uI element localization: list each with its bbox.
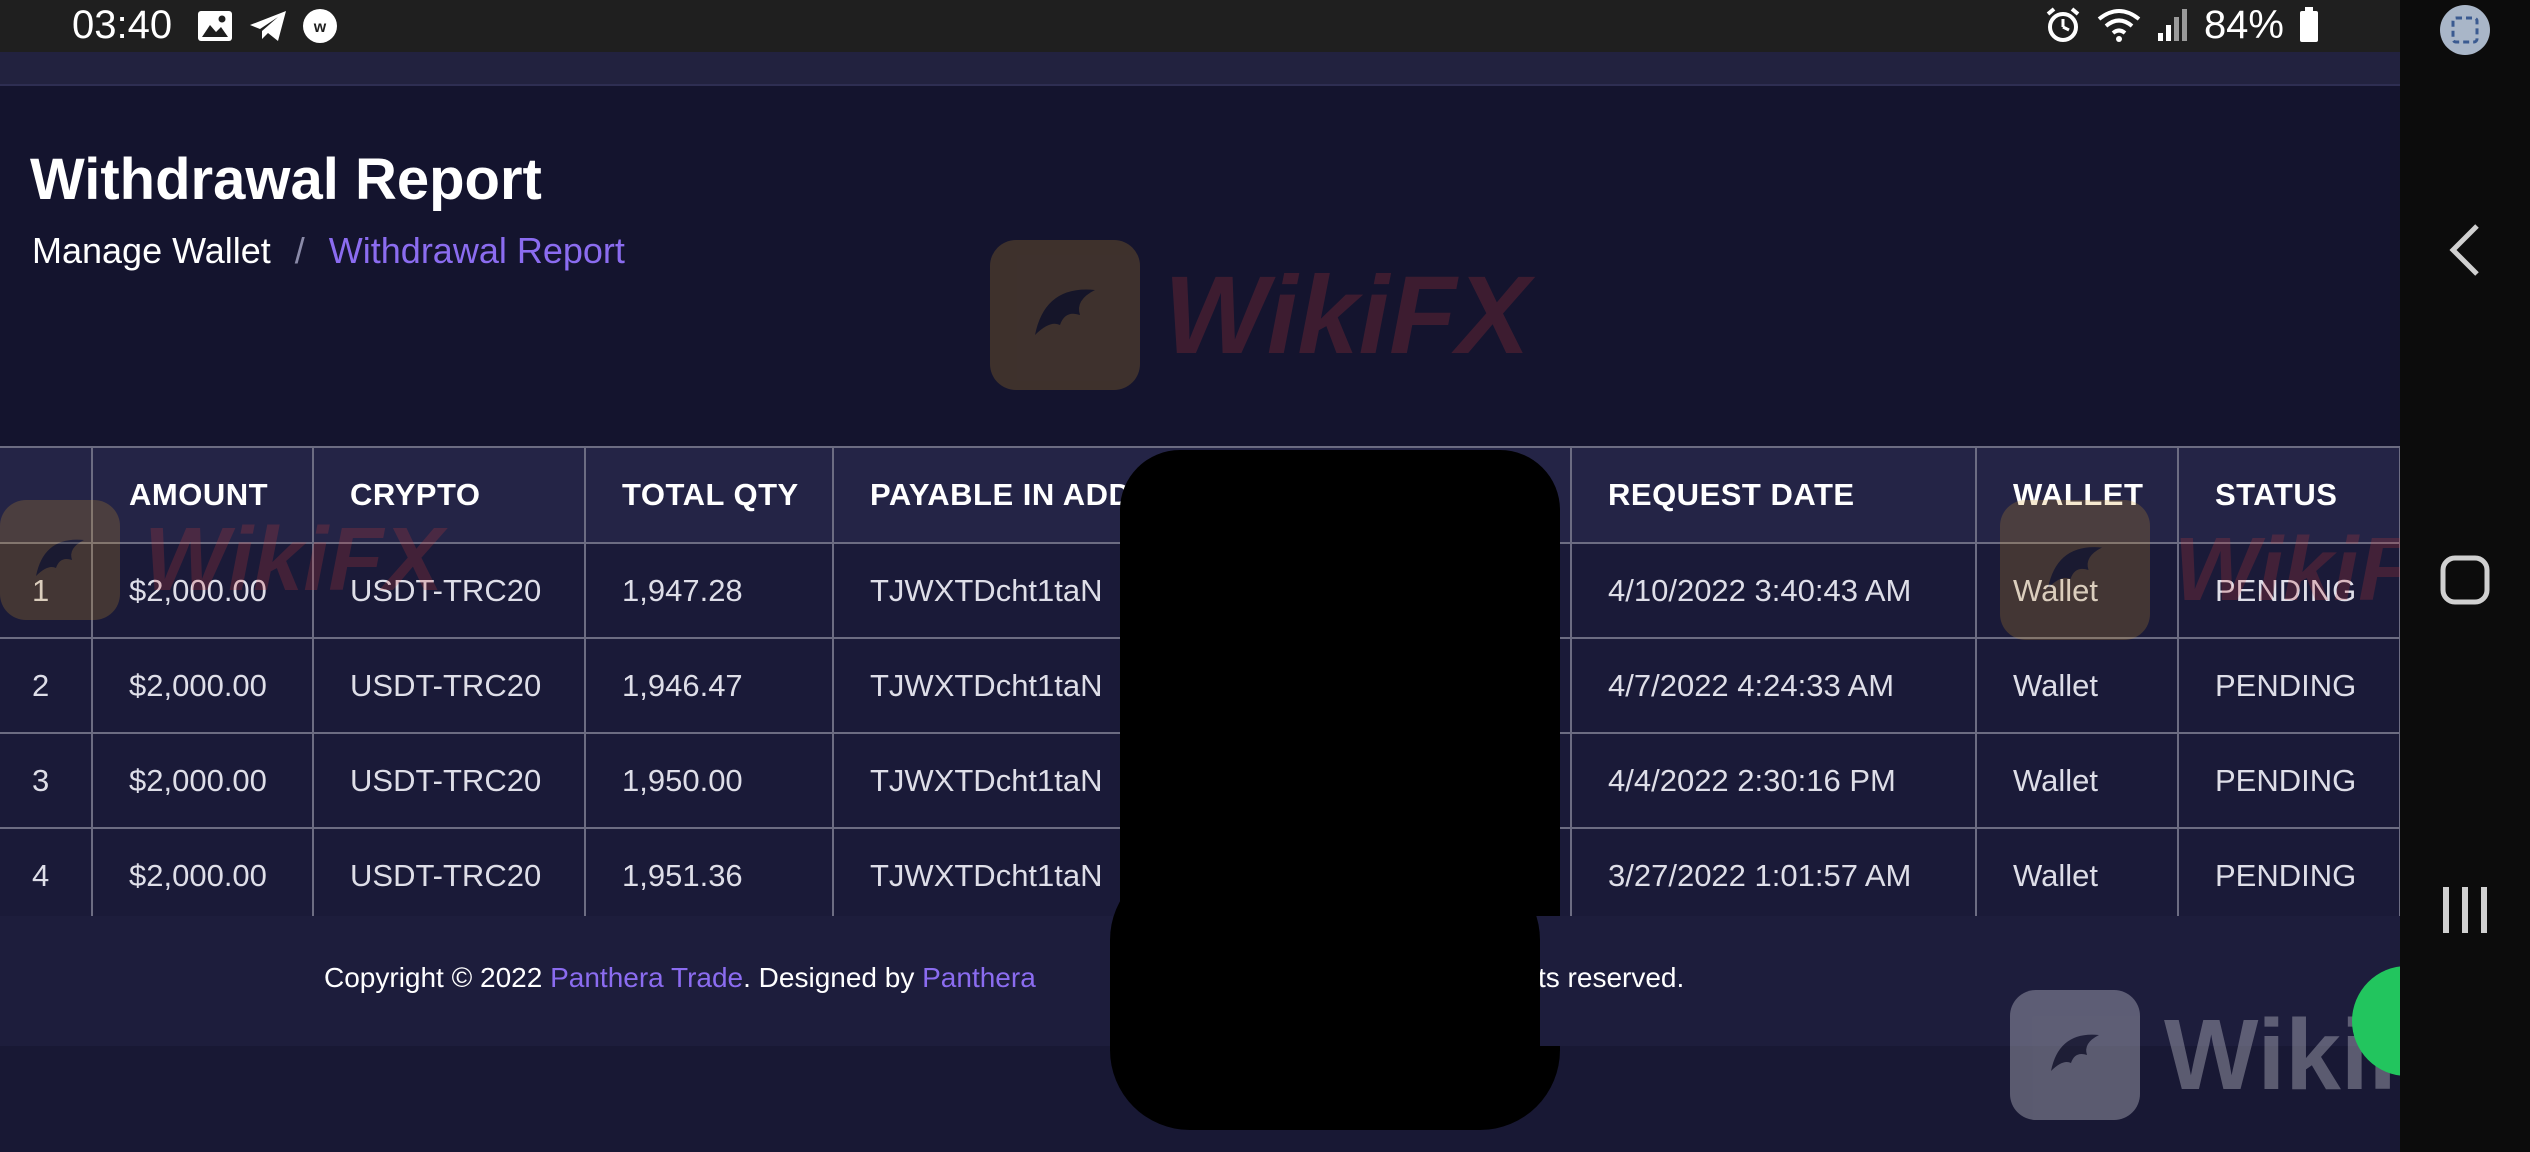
status-cell: PENDING xyxy=(2177,732,2401,829)
row-index: 2 xyxy=(0,637,93,734)
footer-brand-link[interactable]: Panthera Trade xyxy=(550,962,743,993)
status-right: 84% xyxy=(2044,0,2320,50)
amount-cell: $2,000.00 xyxy=(91,637,314,734)
breadcrumb-separator: / xyxy=(294,230,305,271)
total-qty-cell: 1,951.36 xyxy=(584,827,834,924)
top-strip xyxy=(0,52,2400,86)
crypto-cell: USDT-TRC20 xyxy=(312,732,586,829)
amount-cell: $2,000.00 xyxy=(91,827,314,924)
row-index: 1 xyxy=(0,542,93,639)
recents-icon xyxy=(2443,887,2487,933)
telegram-icon xyxy=(250,11,286,41)
status-time: 03:40 xyxy=(72,3,173,47)
wallet-cell: Wallet xyxy=(1975,637,2179,734)
back-button[interactable] xyxy=(2400,210,2530,290)
breadcrumb-manage-wallet[interactable]: Manage Wallet xyxy=(32,230,271,272)
page-header: Withdrawal Report Manage Wallet / Withdr… xyxy=(0,86,2400,446)
screenshot-button[interactable] xyxy=(2400,0,2530,60)
signal-icon xyxy=(2157,9,2187,41)
request-date-cell: 4/7/2022 4:24:33 AM xyxy=(1570,637,1977,734)
recents-button[interactable] xyxy=(2400,870,2530,950)
footer-prefix: Copyright © 2022 xyxy=(324,962,551,993)
total-qty-cell: 1,946.47 xyxy=(584,637,834,734)
crypto-cell: USDT-TRC20 xyxy=(312,637,586,734)
breadcrumb-current: Withdrawal Report xyxy=(328,230,625,271)
status-cell: PENDING xyxy=(2177,637,2401,734)
crypto-cell: USDT-TRC20 xyxy=(312,827,586,924)
request-date-cell: 3/27/2022 1:01:57 AM xyxy=(1570,827,1977,924)
status-left-icons: w xyxy=(196,8,338,44)
battery-percent: 84% xyxy=(2203,3,2284,47)
total-qty-cell: 1,947.28 xyxy=(584,542,834,639)
battery-icon xyxy=(2300,7,2318,42)
amount-cell: $2,000.00 xyxy=(91,732,314,829)
total-qty-cell: 1,950.00 xyxy=(584,732,834,829)
row-index: 4 xyxy=(0,827,93,924)
request-date-cell: 4/4/2022 2:30:16 PM xyxy=(1570,732,1977,829)
redaction-scribble-lower xyxy=(1110,860,1540,1130)
amount-cell: $2,000.00 xyxy=(91,542,314,639)
back-icon xyxy=(2449,224,2479,276)
footer-designer-link[interactable]: Panthera xyxy=(922,962,1036,993)
breadcrumb: Manage Wallet / Withdrawal Report xyxy=(32,230,625,272)
footer-middle: . Designed by xyxy=(743,962,923,993)
status-bar: 03:40 w 84% xyxy=(0,0,2400,52)
home-icon xyxy=(2440,555,2490,605)
column-header-request-date: REQUEST DATE xyxy=(1570,446,1977,544)
screenshot-icon xyxy=(2440,5,2490,55)
request-date-cell: 4/10/2022 3:40:43 AM xyxy=(1570,542,1977,639)
status-cell: PENDING xyxy=(2177,542,2401,639)
row-index: 3 xyxy=(0,732,93,829)
svg-text:w: w xyxy=(313,19,327,36)
wallet-cell: Wallet xyxy=(1975,542,2179,639)
column-header-wallet: WALLET xyxy=(1975,446,2179,544)
image-icon xyxy=(198,11,232,41)
wallet-cell: Wallet xyxy=(1975,827,2179,924)
system-nav-bar xyxy=(2400,0,2530,1152)
page-title: Withdrawal Report xyxy=(30,147,542,212)
status-cell: PENDING xyxy=(2177,827,2401,924)
column-header-total-qty: TOTAL QTY xyxy=(584,446,834,544)
app-icon: w xyxy=(303,9,337,43)
column-header-index xyxy=(0,446,93,544)
crypto-cell: USDT-TRC20 xyxy=(312,542,586,639)
footer-suffix: ts reserved. xyxy=(1538,962,1685,993)
column-header-crypto: CRYPTO xyxy=(312,446,586,544)
wallet-cell: Wallet xyxy=(1975,732,2179,829)
wifi-icon xyxy=(2097,9,2141,42)
column-header-amount: AMOUNT xyxy=(91,446,314,544)
footer-copyright: Copyright © 2022 Panthera Trade. Designe… xyxy=(324,962,1036,994)
alarm-icon xyxy=(2046,7,2080,42)
home-button[interactable] xyxy=(2400,540,2530,620)
column-header-status: STATUS xyxy=(2177,446,2401,544)
